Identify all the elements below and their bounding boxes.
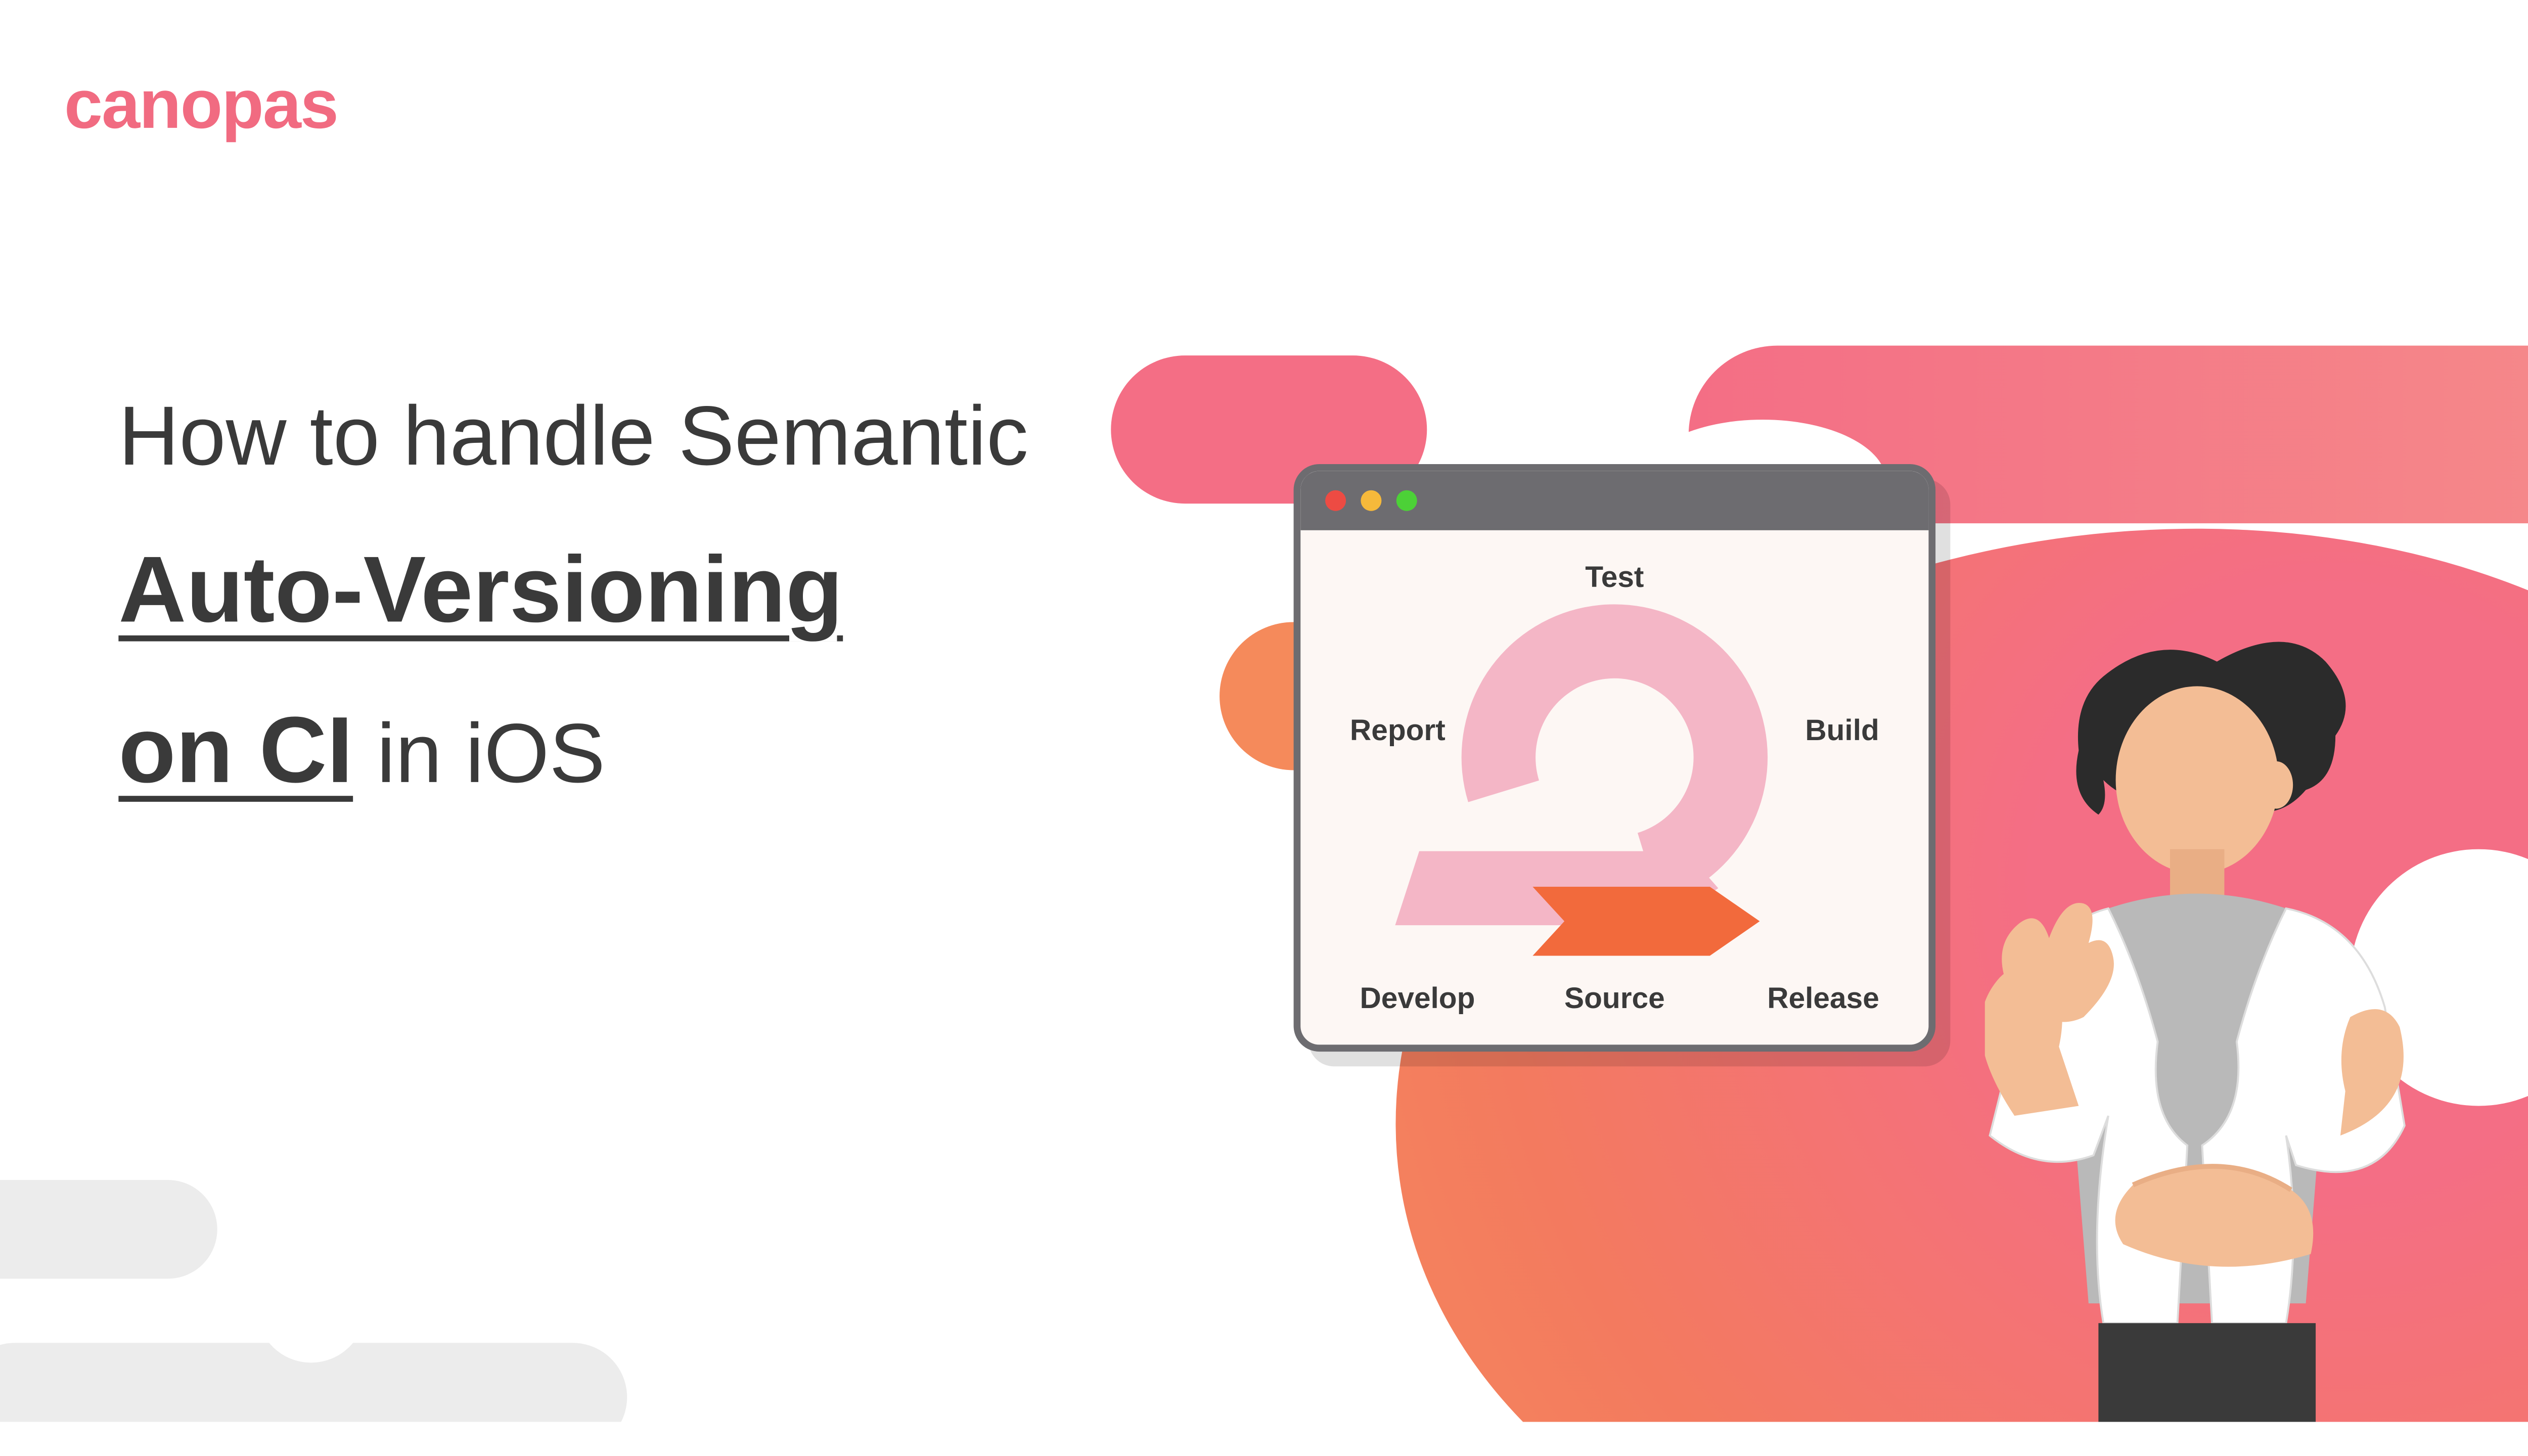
close-icon [1325,490,1346,511]
phase-label-test: Test [1585,560,1644,594]
title-line-2: Auto-Versioning [118,522,1131,658]
title-line-3: on CI in iOS [118,682,1131,818]
bg-cloud-small [0,1180,217,1279]
title-line-3-tail: in iOS [377,693,605,814]
zoom-icon [1396,490,1417,511]
title-line-3-strong: on CI [118,682,353,818]
ci-window-illustration: Test Report Build Develop Source Release [1294,464,1936,1052]
title-line-1: How to handle Semantic [118,375,1131,497]
hero-banner: canopas How to handle Semantic Auto-Vers… [0,0,2528,1422]
phase-label-develop: Develop [1360,981,1475,1015]
window-body: Test Report Build Develop Source Release [1300,530,1928,1045]
brand-logo: canopas [64,64,338,144]
phase-label-source: Source [1564,981,1665,1015]
page-title: How to handle Semantic Auto-Versioning o… [118,375,1131,818]
window-titlebar [1300,471,1928,530]
phase-label-build: Build [1805,713,1879,747]
phase-label-report: Report [1350,713,1446,747]
bg-cloud-notch [257,1254,366,1362]
person-illustration [1985,632,2429,1422]
phase-label-release: Release [1767,981,1879,1015]
cycle-spiral-icon [1462,604,1768,910]
minimize-icon [1361,490,1381,511]
